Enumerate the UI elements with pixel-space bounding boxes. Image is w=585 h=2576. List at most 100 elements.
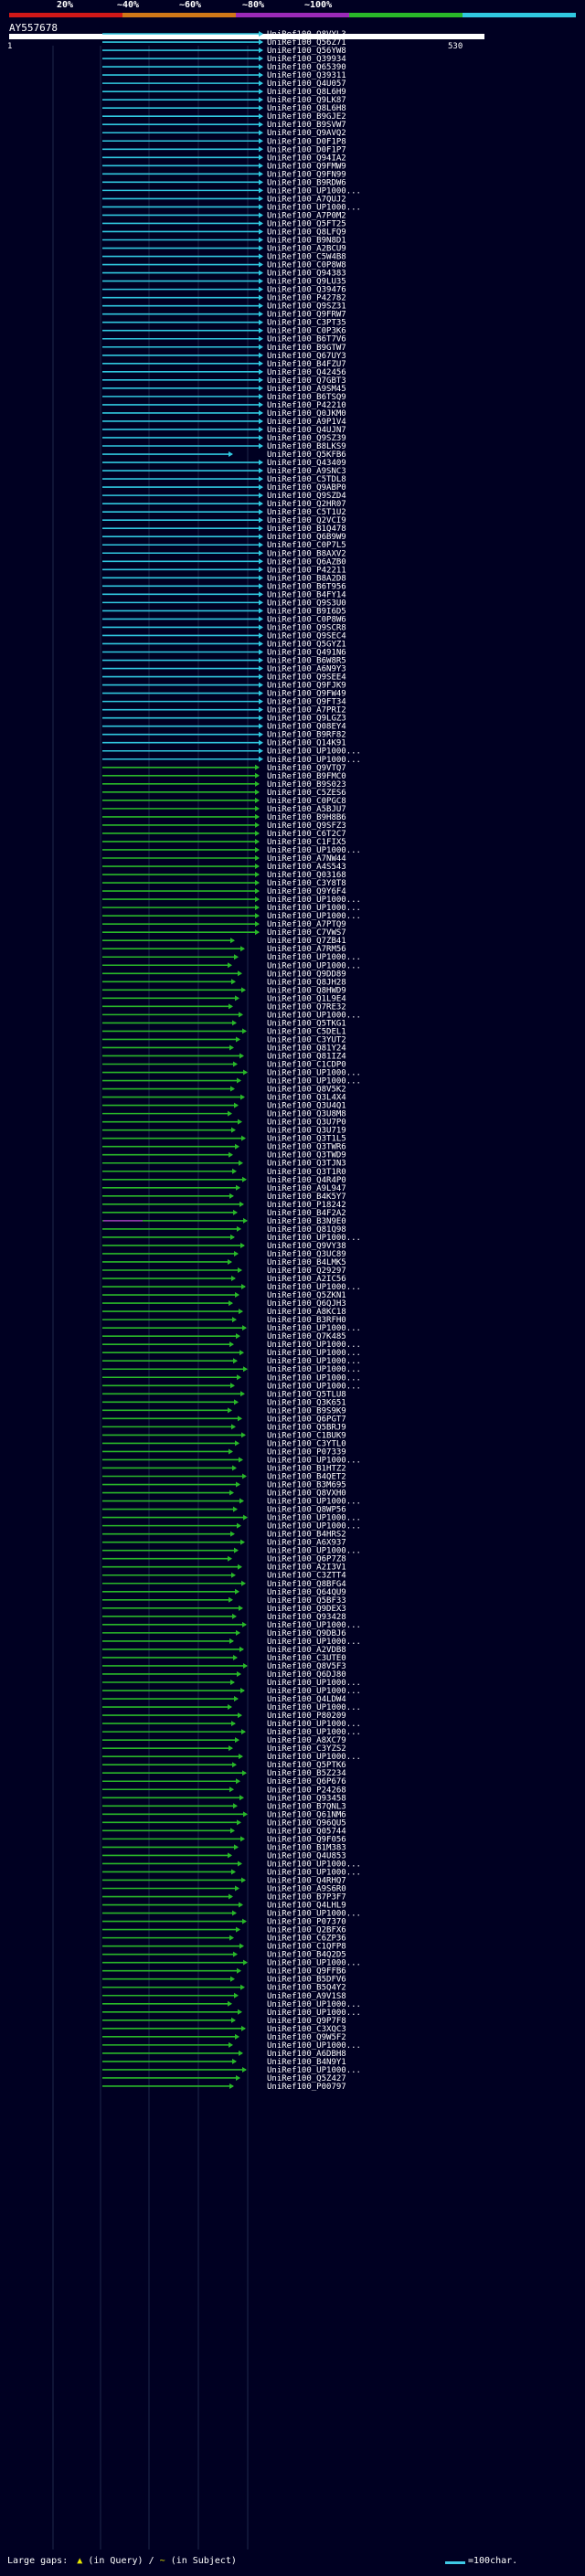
hit-arrow-icon xyxy=(234,954,239,960)
hit-arrow-icon xyxy=(241,1580,246,1586)
hit-arrow-icon xyxy=(259,673,263,680)
hit-arrow-icon xyxy=(259,253,263,260)
hit-arrow-icon xyxy=(231,1721,236,1727)
hit-arrow-icon xyxy=(259,352,263,358)
hit-arrow-icon xyxy=(240,1984,245,1990)
hit-arrow-icon xyxy=(259,542,263,548)
hit-arrow-icon xyxy=(241,1135,246,1141)
hit-arrow-icon xyxy=(255,846,260,853)
hit-arrow-icon xyxy=(259,558,263,565)
hit-arrow-icon xyxy=(259,509,263,515)
hit-arrow-icon xyxy=(232,1613,237,1619)
hit-arrow-icon xyxy=(232,2058,237,2064)
hit-arrow-icon xyxy=(259,591,263,598)
hit-arrow-icon xyxy=(238,1712,242,1719)
hit-arrow-icon xyxy=(259,48,263,54)
hit-arrow-icon xyxy=(235,995,239,1002)
hit-arrow-icon xyxy=(259,460,263,466)
hit-arrow-icon xyxy=(233,1803,238,1809)
hit-arrow-icon xyxy=(259,39,263,46)
hit-arrow-icon xyxy=(235,1440,239,1447)
hit-arrow-icon xyxy=(238,970,242,977)
hit-arrow-icon xyxy=(255,896,260,903)
hit-arrow-icon xyxy=(242,1770,247,1776)
hit-arrow-icon xyxy=(236,1333,240,1340)
hit-arrow-icon xyxy=(233,1358,238,1364)
hit-arrow-icon xyxy=(259,72,263,79)
gap-separator: / xyxy=(148,2556,154,2566)
hit-arrow-icon xyxy=(238,2009,242,2015)
hit-arrow-icon xyxy=(229,451,233,458)
hit-arrow-icon xyxy=(242,1473,247,1479)
hit-arrow-icon xyxy=(242,2066,247,2072)
hit-arrow-icon xyxy=(259,501,263,507)
hit-arrow-icon xyxy=(237,1819,241,1826)
hit-arrow-icon xyxy=(259,146,263,153)
hit-arrow-icon xyxy=(240,1539,245,1545)
hit-arrow-icon xyxy=(241,1877,246,1883)
hit-arrow-icon xyxy=(230,938,235,944)
hit-arrow-icon xyxy=(259,335,263,342)
hit-arrow-icon xyxy=(259,649,263,655)
hit-arrow-icon xyxy=(259,294,263,301)
hit-arrow-icon xyxy=(259,599,263,606)
hit-arrow-icon xyxy=(259,376,263,383)
hit-arrow-icon xyxy=(259,319,263,325)
hit-arrow-icon xyxy=(259,286,263,292)
hit-arrow-icon xyxy=(259,64,263,70)
hit-arrow-icon xyxy=(255,905,260,911)
hit-arrow-icon xyxy=(234,1250,239,1256)
hit-arrow-icon xyxy=(243,1662,248,1669)
hit-arrow-icon xyxy=(239,1309,243,1315)
footer: Large gaps: ▲ (in Query) / ~ (in Subject… xyxy=(7,2556,237,2566)
hit-arrow-icon xyxy=(240,946,245,952)
hit-arrow-icon xyxy=(259,550,263,557)
hit-arrow-icon xyxy=(255,764,260,770)
hit-arrow-icon xyxy=(236,1629,240,1636)
hit-arrow-icon xyxy=(236,1036,240,1043)
hit-arrow-icon xyxy=(230,1680,235,1685)
scale-legend-line xyxy=(445,2561,465,2564)
hit-arrow-icon xyxy=(259,706,263,713)
hit-label[interactable]: UniRef100_P00797 xyxy=(267,2083,346,2092)
hit-arrow-icon xyxy=(229,1786,234,1793)
hit-arrow-icon xyxy=(229,1745,233,1752)
hit-arrow-icon xyxy=(259,261,263,268)
hit-arrow-icon xyxy=(229,1638,234,1644)
hit-arrow-icon xyxy=(241,1284,246,1290)
hit-arrow-icon xyxy=(259,657,263,663)
hit-arrow-icon xyxy=(259,344,263,350)
hit-arrow-icon xyxy=(242,1325,247,1331)
hit-arrow-icon xyxy=(235,1885,239,1892)
hit-arrow-icon xyxy=(259,327,263,334)
hit-arrow-icon xyxy=(229,1489,234,1496)
hit-arrow-icon xyxy=(259,731,263,737)
hit-arrow-icon xyxy=(234,1844,239,1850)
hit-arrow-icon xyxy=(255,772,260,779)
hit-arrow-icon xyxy=(231,1127,236,1133)
hit-arrow-icon xyxy=(229,2083,234,2089)
hit-arrow-icon xyxy=(255,805,260,811)
hit-arrow-icon xyxy=(228,1407,232,1414)
hit-arrow-icon xyxy=(230,1531,235,1537)
hit-arrow-icon xyxy=(229,1341,234,1348)
hit-arrow-icon xyxy=(259,723,263,729)
hit-arrow-icon xyxy=(259,97,263,103)
hit-arrow-icon xyxy=(229,1044,234,1051)
hit-arrow-icon xyxy=(230,1976,235,1982)
hit-arrow-icon xyxy=(238,1118,242,1125)
hit-arrow-icon xyxy=(259,154,263,161)
hit-arrow-icon xyxy=(255,813,260,820)
hit-arrow-icon xyxy=(231,1276,236,1282)
hit-arrow-icon xyxy=(259,138,263,144)
hit-arrow-icon xyxy=(259,122,263,128)
hit-arrow-icon xyxy=(242,1028,247,1034)
hit-arrow-icon xyxy=(228,1555,232,1562)
hit-arrow-icon xyxy=(259,196,263,202)
hit-arrow-icon xyxy=(229,1193,234,1199)
hit-arrow-icon xyxy=(259,443,263,449)
hit-arrow-icon xyxy=(259,212,263,218)
hit-arrow-icon xyxy=(239,1160,243,1166)
hit-arrow-icon xyxy=(259,113,263,120)
hit-arrow-icon xyxy=(239,1053,244,1059)
